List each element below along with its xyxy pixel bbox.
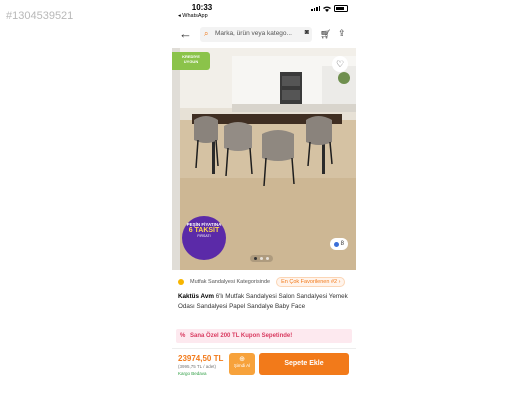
- buy-now-label: Şimdi Al: [233, 363, 251, 368]
- category-row: Mutfak Sandalyesi Kategorisinde En Çok F…: [178, 276, 354, 288]
- camera-icon[interactable]: ◙: [305, 29, 309, 36]
- favorite-heart-icon[interactable]: ♡: [332, 56, 348, 72]
- search-input[interactable]: ⌕ Marka, ürün veya katego... ◙: [200, 27, 312, 42]
- search-placeholder: Marka, ürün veya katego...: [215, 30, 292, 37]
- brand-name[interactable]: Kaktüs Avm: [178, 293, 214, 300]
- coupon-banner[interactable]: % Sana Özel 200 TL Kupon Sepetinde!: [176, 329, 352, 343]
- credit-eligible-badge: KREDİYE UYGUN: [172, 52, 210, 70]
- carousel-dots[interactable]: [250, 255, 273, 262]
- status-icons: [311, 5, 348, 12]
- installment-promo-badge: PEŞİN FİYATINA 6 TAKSİT FIRSATI: [182, 216, 226, 260]
- share-icon[interactable]: ⇪: [338, 28, 346, 39]
- signal-icon: [311, 6, 320, 11]
- status-time: 10:33: [191, 3, 213, 12]
- phone-screen: 10:33 ◂ WhatsApp ← ⌕ Marka, ürün veya ka…: [172, 0, 356, 396]
- wifi-icon: [323, 6, 331, 12]
- product-image[interactable]: KREDİYE UYGUN ♡ PEŞİN FİYATINA 6 TAKSİT …: [172, 48, 356, 270]
- coupon-icon: %: [180, 333, 186, 339]
- coupon-text: Sana Özel 200 TL Kupon Sepetinde!: [190, 333, 293, 339]
- cart-icon[interactable]: 🛒︎: [320, 29, 331, 40]
- carousel-dot[interactable]: [260, 257, 263, 260]
- most-favorited-chip[interactable]: En Çok Favorilenen #2 ›: [276, 277, 346, 287]
- carousel-dot[interactable]: [254, 257, 257, 260]
- search-header: ← ⌕ Marka, ürün veya katego... ◙ 🛒︎ ⇪: [172, 24, 356, 46]
- unit-price: (3995,75 TL / adet): [178, 364, 217, 369]
- add-to-cart-button[interactable]: Sepete Ekle: [259, 353, 349, 375]
- photo-avatar-icon: [333, 241, 339, 247]
- search-icon: ⌕: [204, 29, 209, 38]
- back-to-app-link[interactable]: ◂ WhatsApp: [178, 13, 208, 19]
- category-icon: [178, 279, 184, 285]
- product-title: Kaktüs Avm 6'lı Mutfak Sandalyesi Salon …: [178, 292, 350, 311]
- back-arrow-icon[interactable]: ←: [179, 27, 192, 41]
- free-shipping-label: Kargo Bedava: [178, 371, 207, 376]
- photo-count-value: 8: [340, 241, 344, 247]
- promo-line-2: 6 TAKSİT: [188, 227, 220, 234]
- photo-count-badge[interactable]: 8: [329, 238, 348, 250]
- watermark-text: #1304539521: [6, 10, 74, 22]
- footer-divider: [172, 348, 356, 349]
- carousel-dot[interactable]: [266, 257, 269, 260]
- promo-line-3: FIRSATI: [197, 234, 211, 238]
- price-value: 23974,50 TL: [178, 354, 224, 363]
- battery-icon: [334, 5, 348, 12]
- status-bar: 10:33 ◂ WhatsApp: [172, 0, 356, 22]
- category-text[interactable]: Mutfak Sandalyesi Kategorisinde: [190, 279, 270, 285]
- cart-plus-icon: ⊕: [239, 356, 245, 363]
- buy-now-button[interactable]: ⊕ Şimdi Al: [229, 353, 255, 375]
